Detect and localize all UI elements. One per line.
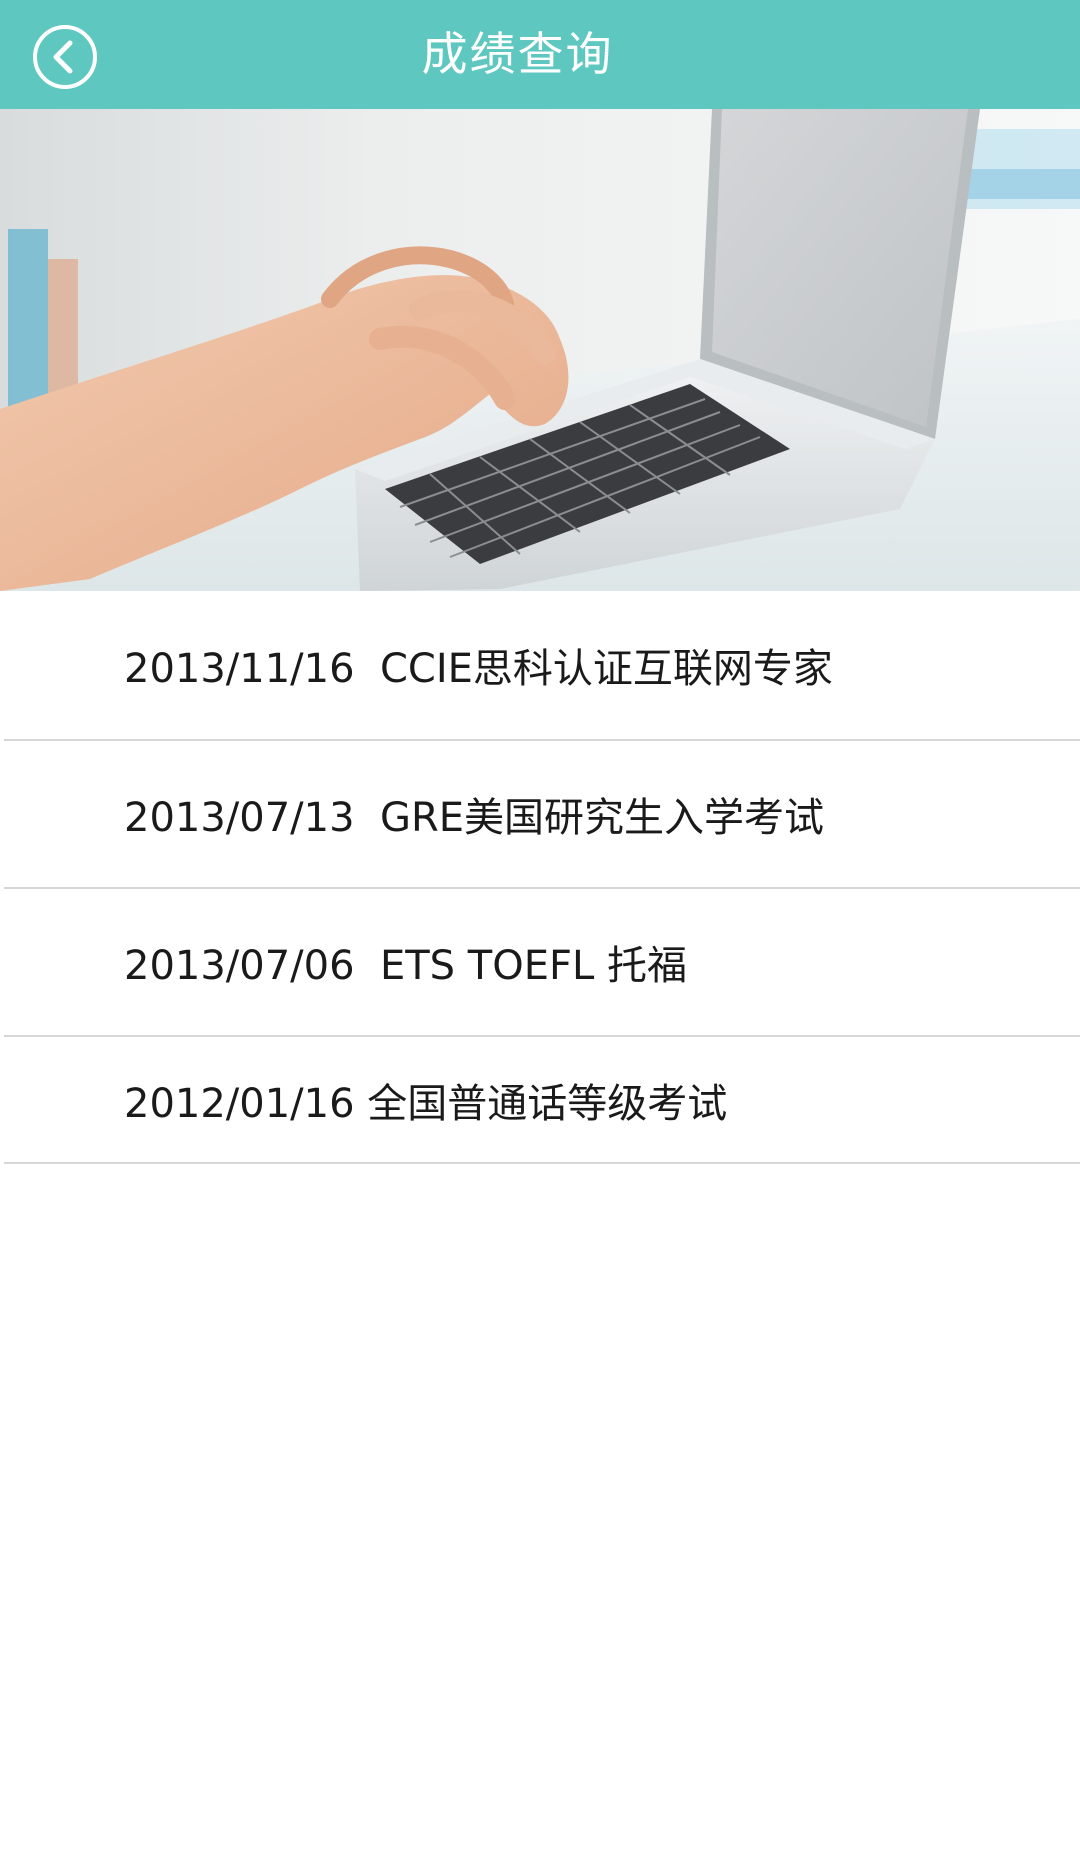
list-item[interactable]: 2013/11/16 CCIE思科认证互联网专家 xyxy=(4,591,1080,741)
record-label: 2013/07/13 GRE美国研究生入学考试 xyxy=(124,795,825,841)
list-item[interactable]: 2013/07/06 ETS TOEFL 托福 xyxy=(4,889,1080,1037)
record-label: 2013/11/16 CCIE思科认证互联网专家 xyxy=(124,646,833,692)
list-item[interactable]: 2013/07/13 GRE美国研究生入学考试 xyxy=(4,741,1080,889)
laptop-typing-illustration xyxy=(0,109,1080,591)
record-label: 2013/07/06 ETS TOEFL 托福 xyxy=(124,943,687,989)
page-title: 成绩查询 xyxy=(421,27,614,81)
hero-image xyxy=(0,109,1080,591)
header-bar: 成绩查询 xyxy=(0,0,1080,109)
list-item[interactable]: 2012/01/16 全国普通话等级考试 xyxy=(4,1037,1080,1164)
score-record-list: 2013/11/16 CCIE思科认证互联网专家 2013/07/13 GRE美… xyxy=(0,591,1080,1164)
record-label: 2012/01/16 全国普通话等级考试 xyxy=(124,1080,728,1127)
